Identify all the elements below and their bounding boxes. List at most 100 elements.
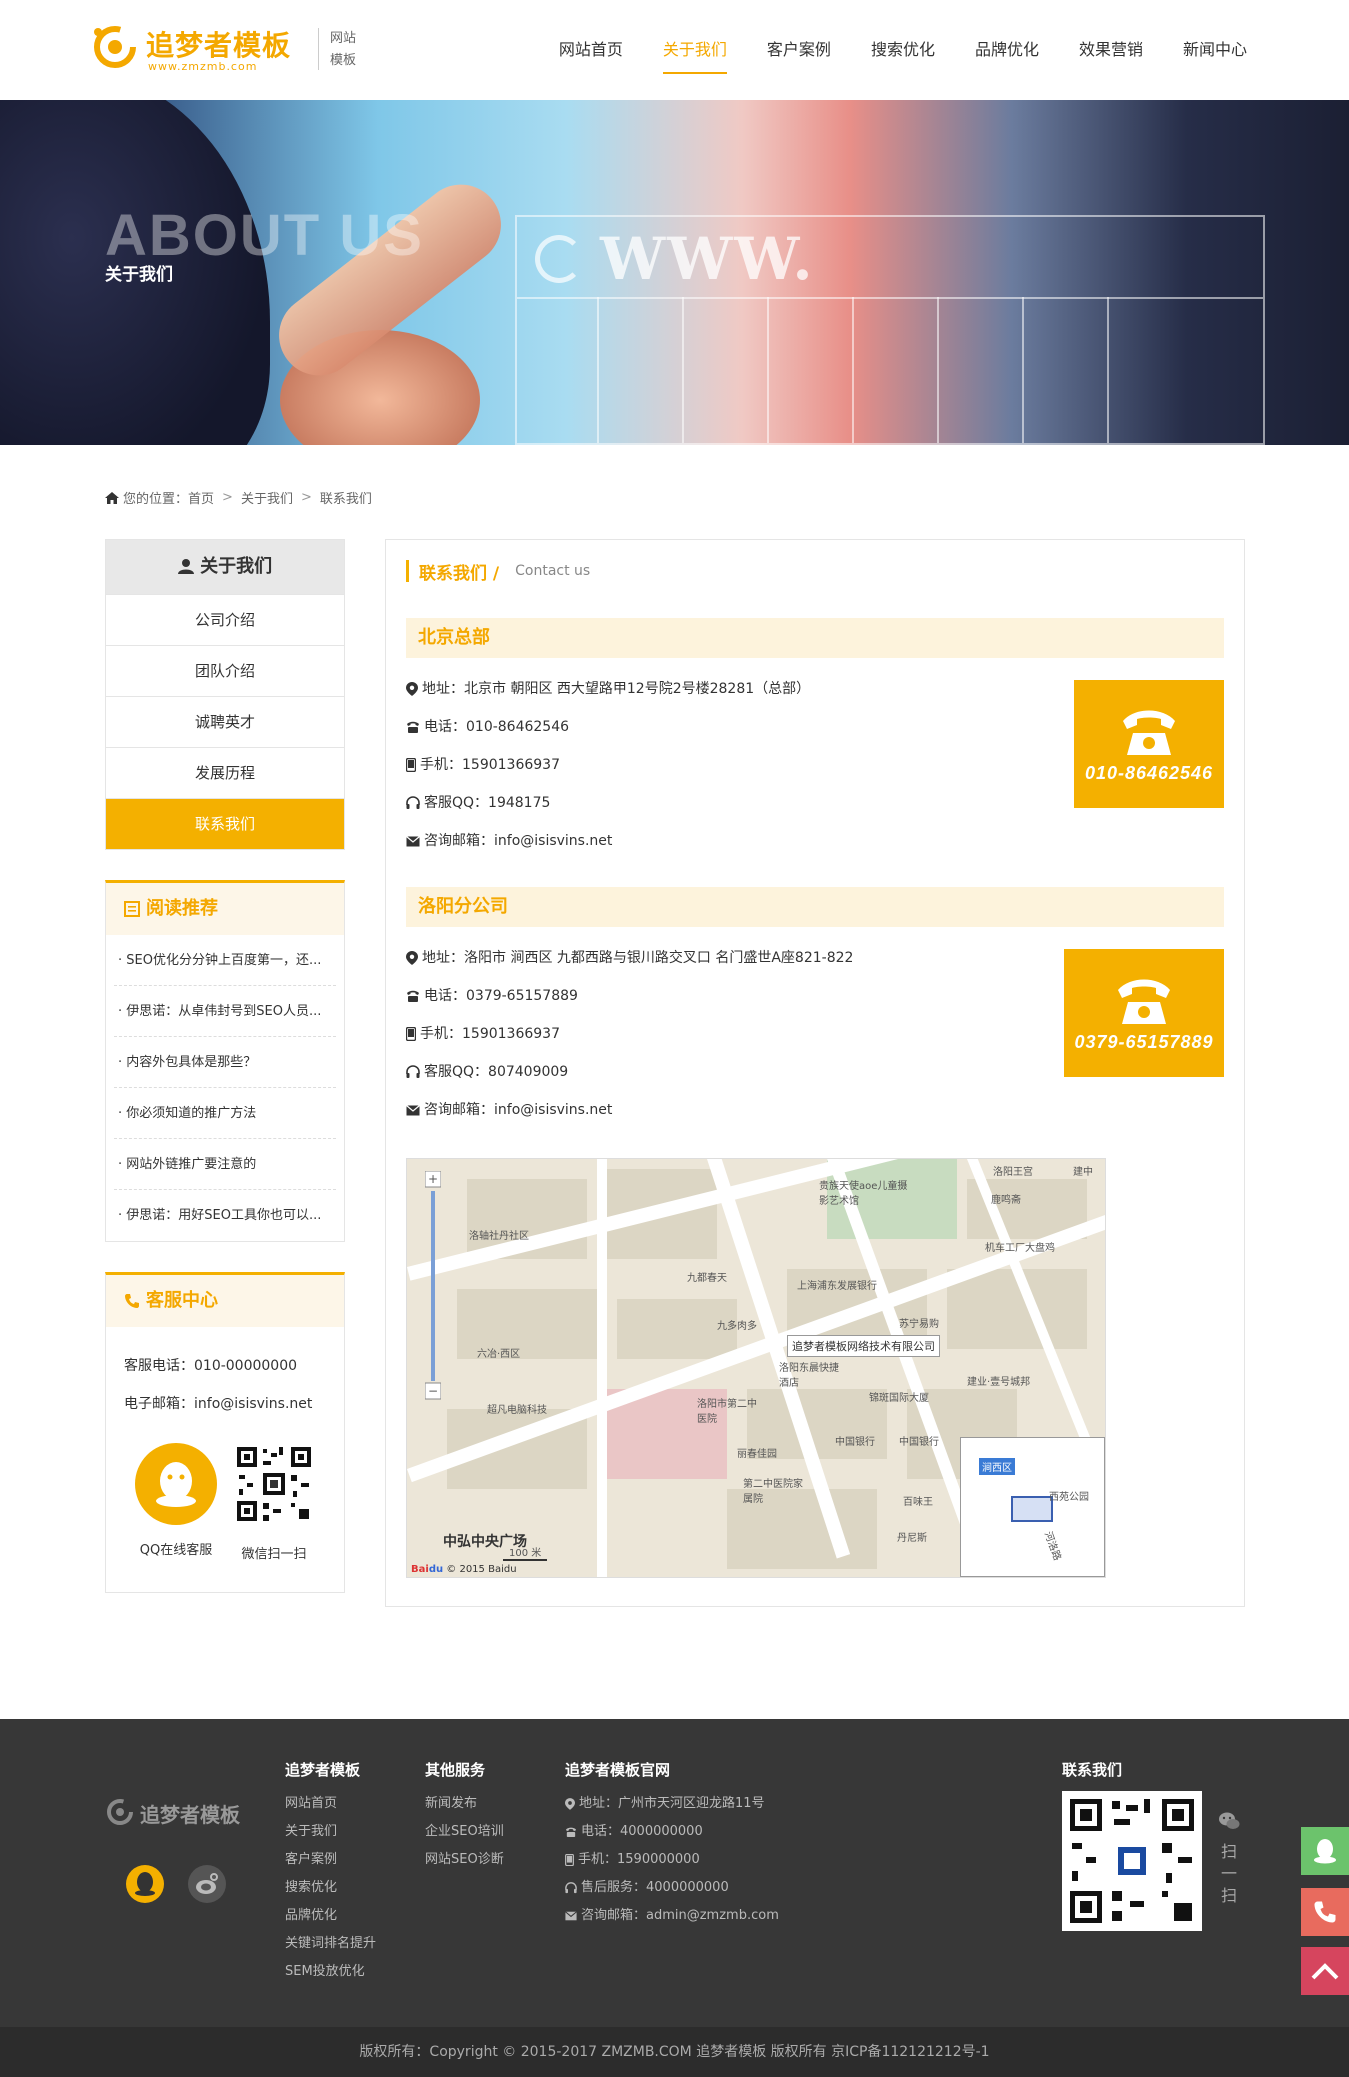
nav-news[interactable]: 新闻中心: [1183, 0, 1247, 100]
telephone-icon: [1123, 710, 1175, 755]
breadcrumb-prefix: 您的位置：: [123, 492, 189, 507]
footer-qr-code: [1062, 1791, 1202, 1931]
qq-icon[interactable]: [135, 1443, 217, 1525]
branch-email: 咨询邮箱：info@isisvins.net: [406, 822, 1224, 860]
reading-title: 阅读推荐: [106, 883, 344, 935]
map-label: 上海浦东发展银行: [797, 1281, 877, 1292]
footer-link[interactable]: 企业SEO培训: [425, 1818, 504, 1846]
breadcrumb-sep: >: [300, 490, 312, 505]
map-scale-bar: 100 米: [503, 1544, 548, 1561]
sidebar-item-jobs[interactable]: 诚聘英才: [106, 696, 344, 747]
service-title: 客服中心: [106, 1275, 344, 1327]
sidebar-item-team[interactable]: 团队介绍: [106, 645, 344, 696]
qq-icon[interactable]: [125, 1864, 165, 1904]
location-icon: [406, 951, 418, 965]
telephone-icon: [1118, 979, 1170, 1024]
map-inset-label: 西苑公园: [1049, 1492, 1089, 1503]
mobile-icon: [406, 1027, 416, 1041]
footer-col-title: 追梦者模板: [285, 1761, 361, 1779]
nav-marketing[interactable]: 效果营销: [1079, 0, 1143, 100]
site-logo[interactable]: 追梦者模板 www.zmzmb.com 网站模板: [90, 18, 390, 78]
float-qq-button[interactable]: [1301, 1827, 1349, 1875]
map-inset-label: 河洛路: [1041, 1530, 1063, 1563]
branch-name: 北京总部: [406, 618, 1224, 658]
map-label: 丹尼斯: [897, 1533, 927, 1544]
map-label: 第二中医院家属院: [743, 1479, 803, 1505]
map-overview-inset[interactable]: 涧西区 西苑公园 河洛路: [960, 1437, 1105, 1577]
footer-link[interactable]: 关键词排名提升: [285, 1930, 376, 1958]
branch-luoyang: 洛阳分公司 地址：洛阳市 涧西区 九都西路与银川路交叉口 名门盛世A座821-8…: [406, 887, 1224, 1129]
map-label: 洛轴社丹社区: [469, 1231, 529, 1242]
qq-label: QQ在线客服: [139, 1543, 213, 1558]
sidebar-item-company[interactable]: 公司介绍: [106, 594, 344, 645]
map-company-marker[interactable]: 追梦者模板网络技术有限公司: [787, 1335, 940, 1357]
footer-link[interactable]: 关于我们: [285, 1818, 376, 1846]
reading-item[interactable]: · 伊思诺：从卓伟封号到SEO人员...: [114, 986, 336, 1037]
footer-tel: 电话：4000000000: [565, 1818, 779, 1846]
map-zoom-control[interactable]: + −: [425, 1171, 441, 1401]
banner-www-text: WWW.: [600, 225, 815, 293]
breadcrumb-home[interactable]: 首页: [188, 488, 214, 507]
reading-item[interactable]: · SEO优化分分钟上百度第一，还...: [114, 935, 336, 986]
breadcrumb-about[interactable]: 关于我们: [241, 488, 293, 507]
reading-item[interactable]: · 伊思诺：用好SEO工具你也可以...: [114, 1190, 336, 1241]
footer-link[interactable]: 网站首页: [285, 1790, 376, 1818]
nav-seo[interactable]: 搜索优化: [871, 0, 935, 100]
wechat-qr-code: [233, 1443, 315, 1525]
reading-item[interactable]: · 内容外包具体是那些？: [114, 1037, 336, 1088]
contact-panel: 联系我们 / Contact us 北京总部 地址：北京市 朝阳区 西大望路甲1…: [385, 539, 1245, 1607]
logo-divider: [318, 28, 319, 70]
map-label: 九多肉多: [717, 1321, 757, 1332]
footer-logo-text: 追梦者模板: [140, 1803, 240, 1827]
footer-logo-icon: [107, 1799, 133, 1825]
map-label: 丽春佳园: [737, 1449, 777, 1460]
footer-link[interactable]: 搜索优化: [285, 1874, 376, 1902]
phone-icon: [125, 1294, 139, 1308]
map-label: 建中: [1073, 1167, 1093, 1178]
footer-link[interactable]: 网站SEO诊断: [425, 1846, 504, 1874]
chevron-up-icon: [1311, 1963, 1339, 1980]
svg-text:+: +: [428, 1172, 438, 1186]
page-banner: WWW. ABOUT US 关于我们: [0, 100, 1349, 445]
location-map[interactable]: + − 洛轴社丹社区 九都春天 上海浦东发展银行 苏宁易购 九多肉多 六冶·西区…: [406, 1158, 1106, 1578]
nav-home[interactable]: 网站首页: [559, 0, 623, 100]
qq-service[interactable]: QQ在线客服: [128, 1443, 224, 1562]
headset-icon: [565, 1882, 577, 1894]
footer-col-services: 其他服务 新闻发布 企业SEO培训 网站SEO诊断: [425, 1759, 504, 1874]
headset-icon: [406, 1065, 420, 1078]
site-footer: 追梦者模板 追梦者模板 网站首页 关于我们 客户案例 搜索优化 品牌优化 关键词…: [0, 1719, 1349, 2027]
float-phone-button[interactable]: [1301, 1888, 1349, 1936]
reading-item[interactable]: · 你必须知道的推广方法: [114, 1088, 336, 1139]
reading-item[interactable]: · 网站外链推广要注意的: [114, 1139, 336, 1190]
sidebar-item-history[interactable]: 发展历程: [106, 747, 344, 798]
footer-col-title: 追梦者模板官网: [565, 1761, 671, 1779]
wechat-label: 微信扫一扫: [241, 1547, 307, 1562]
branch-phone-badge[interactable]: 0379-65157889: [1064, 949, 1224, 1077]
logo-icon: [94, 26, 136, 68]
phone-icon: [1314, 1901, 1336, 1923]
footer-link[interactable]: SEM投放优化: [285, 1958, 376, 1986]
footer-link[interactable]: 新闻发布: [425, 1790, 504, 1818]
map-label: 百味王: [903, 1497, 933, 1508]
map-copyright: Baidu © 2015 Baidu: [411, 1564, 517, 1575]
footer-link[interactable]: 客户案例: [285, 1846, 376, 1874]
footer-link[interactable]: 品牌优化: [285, 1902, 376, 1930]
back-to-top-button[interactable]: [1301, 1947, 1349, 1995]
reading-box: 阅读推荐 · SEO优化分分钟上百度第一，还... · 伊思诺：从卓伟封号到SE…: [105, 880, 345, 1242]
map-label: 洛阳王宫: [993, 1167, 1033, 1178]
sidebar: 关于我们 公司介绍 团队介绍 诚聘英才 发展历程 联系我们 阅读推荐 · SEO…: [105, 539, 345, 1593]
map-label: 中国银行: [899, 1437, 939, 1448]
envelope-icon: [565, 1911, 577, 1921]
map-label: 洛阳东晨快捷酒店: [779, 1363, 839, 1389]
nav-brand[interactable]: 品牌优化: [975, 0, 1039, 100]
panel-title-en: Contact us: [515, 563, 591, 579]
logo-text: 追梦者模板: [146, 29, 292, 62]
nav-cases[interactable]: 客户案例: [767, 0, 831, 100]
map-inset-label: 涧西区: [979, 1458, 1015, 1475]
branch-phone-badge[interactable]: 010-86462546: [1074, 680, 1224, 808]
service-phone: 客服电话：010-00000000: [124, 1358, 298, 1374]
about-menu: 关于我们 公司介绍 团队介绍 诚聘英才 发展历程 联系我们: [105, 539, 345, 850]
sidebar-item-contact[interactable]: 联系我们: [106, 798, 344, 849]
weibo-icon[interactable]: [187, 1864, 227, 1904]
nav-about[interactable]: 关于我们: [662, 0, 727, 100]
